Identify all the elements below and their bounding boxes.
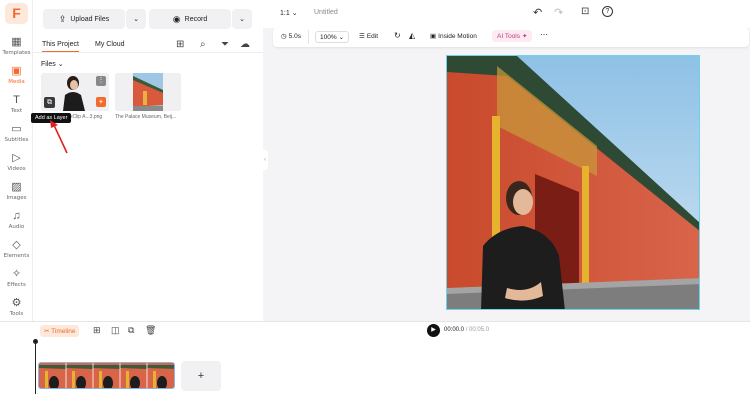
rail-templates[interactable]: ▦ Templates (0, 36, 33, 57)
elements-icon: ◇ (12, 239, 21, 251)
chevron-down-icon: ⌄ (291, 10, 298, 17)
top-bar: 1:1 ⌄ Untitled ↶ ↷ ⊡ ? (263, 0, 750, 28)
media-icon: ▣ (11, 65, 22, 77)
record-dropdown[interactable]: ⌄ (232, 9, 252, 29)
tab-my-cloud[interactable]: My Cloud (95, 41, 125, 48)
file-name: The Palace Museum, Beij... (115, 114, 177, 120)
rail-text[interactable]: T Text (0, 94, 33, 115)
split-icon[interactable]: ◫ (111, 325, 120, 336)
zoom-select[interactable]: 100% ⌄ (315, 31, 350, 43)
video-clip[interactable] (38, 362, 175, 389)
record-icon: ◉ (172, 13, 181, 24)
aspect-ratio-select[interactable]: 1:1 ⌄ (280, 9, 298, 17)
rail-audio[interactable]: ♫ Audio (0, 210, 33, 231)
rail-elements[interactable]: ◇ Elements (0, 239, 33, 260)
cloud-icon[interactable]: ☁ (240, 39, 250, 50)
motion-icon: ▣ (430, 33, 437, 40)
playhead[interactable] (35, 340, 36, 394)
chevron-down-icon: ⌄ (133, 16, 139, 23)
file-thumbnail[interactable] (115, 73, 181, 111)
rail-subtitles[interactable]: ▭ Subtitles (0, 123, 33, 144)
app-logo: F (5, 3, 28, 24)
tools-icon: ⚙ (11, 297, 22, 309)
add-icon[interactable]: + (96, 97, 106, 107)
images-icon: ▨ (11, 181, 22, 193)
time-readout: 00:00.0 / 00:05.0 (444, 327, 490, 333)
project-title[interactable]: Untitled (314, 9, 338, 16)
rail-videos[interactable]: ▷ Videos (0, 152, 33, 173)
ai-tools-button[interactable]: AI Tools ✦ (492, 30, 533, 42)
add-scene-button[interactable]: + (181, 361, 221, 391)
scissors-icon: ✂ (44, 328, 50, 335)
left-rail: F ▦ Templates ▣ Media T Text ▭ Subtitles ▷ Vi… (0, 0, 33, 321)
redo-icon[interactable]: ↷ (554, 6, 563, 19)
timeline-toggle[interactable]: ✂ Timeline (40, 325, 80, 337)
clip-filmstrip (39, 363, 174, 388)
chevron-down-icon: ⌄ (239, 16, 245, 23)
canvas-photo[interactable] (446, 55, 700, 310)
more-icon[interactable]: ⋮ (96, 76, 106, 86)
screenshot-icon[interactable]: ⊡ (581, 6, 589, 17)
rail-images[interactable]: ▨ Images (0, 181, 33, 202)
add-as-layer-icon[interactable]: ⧉ (44, 97, 55, 108)
inside-motion-button[interactable]: ▣ Inside Motion (430, 32, 477, 41)
subtitles-icon: ▭ (11, 123, 22, 135)
palace-wall-image (447, 56, 699, 309)
record-button[interactable]: ◉ Record (149, 9, 231, 29)
duplicate-icon[interactable]: ⧉ (128, 325, 134, 336)
files-heading[interactable]: Files ⌄ (41, 60, 64, 68)
clock-icon: ◷ (281, 33, 287, 40)
filter-icon[interactable]: ⏷ (221, 39, 229, 50)
rotate-icon[interactable]: ↻ (394, 31, 401, 40)
audio-icon: ♫ (12, 210, 21, 222)
play-button[interactable]: ▶ (427, 324, 440, 337)
collapse-panel-handle[interactable]: ‹ (262, 150, 268, 170)
delete-icon[interactable]: 🗑 (145, 325, 156, 336)
add-clip-icon[interactable]: ⊞ (93, 325, 101, 336)
effects-icon: ✧ (11, 268, 22, 280)
rail-effects[interactable]: ✧ Effects (0, 268, 33, 289)
chevron-down-icon: ⌄ (57, 61, 64, 68)
undo-icon[interactable]: ↶ (533, 6, 542, 19)
rail-tools[interactable]: ⚙ Tools (0, 297, 33, 318)
element-toolbar: ◷ 5.0s 100% ⌄ ☰ Edit ↻ ◭ ▣ Inside Motion AI … (273, 28, 749, 47)
sparkle-icon: ✦ (522, 33, 528, 40)
help-icon[interactable]: ? (602, 6, 613, 17)
upload-icon: ⇪ (58, 13, 67, 24)
timeline-panel: ✂ Timeline ⊞ ◫ ⧉ 🗑 ▶ 00:00.0 / 00:05.0 + (0, 321, 750, 394)
flip-icon[interactable]: ◭ (409, 31, 415, 40)
divider (308, 30, 309, 44)
duration-control[interactable]: ◷ 5.0s (281, 32, 301, 41)
sliders-icon: ☰ (359, 33, 365, 40)
chevron-down-icon: ⌄ (338, 34, 345, 41)
playhead-handle[interactable] (33, 339, 38, 344)
divider (33, 52, 263, 53)
play-icon: ▶ (431, 327, 436, 333)
annotation-arrow (50, 120, 68, 154)
file-thumbnail[interactable]: ⧉ ⋮ + (41, 73, 109, 111)
more-options-icon[interactable]: ⋯ (540, 30, 548, 39)
text-icon: T (13, 94, 20, 106)
videos-icon: ▷ (12, 152, 21, 164)
palace-image (115, 73, 181, 111)
new-folder-icon[interactable]: ⊞ (176, 39, 184, 50)
search-icon[interactable]: ⌕ (200, 39, 206, 50)
edit-button[interactable]: ☰ Edit (359, 32, 378, 41)
templates-icon: ▦ (11, 36, 22, 48)
upload-dropdown[interactable]: ⌄ (126, 9, 146, 29)
upload-files-button[interactable]: ⇪ Upload Files (43, 9, 125, 29)
rail-media[interactable]: ▣ Media (0, 65, 33, 86)
media-panel: ⇪ Upload Files ⌄ ◉ Record ⌄ This Project M… (31, 0, 263, 321)
